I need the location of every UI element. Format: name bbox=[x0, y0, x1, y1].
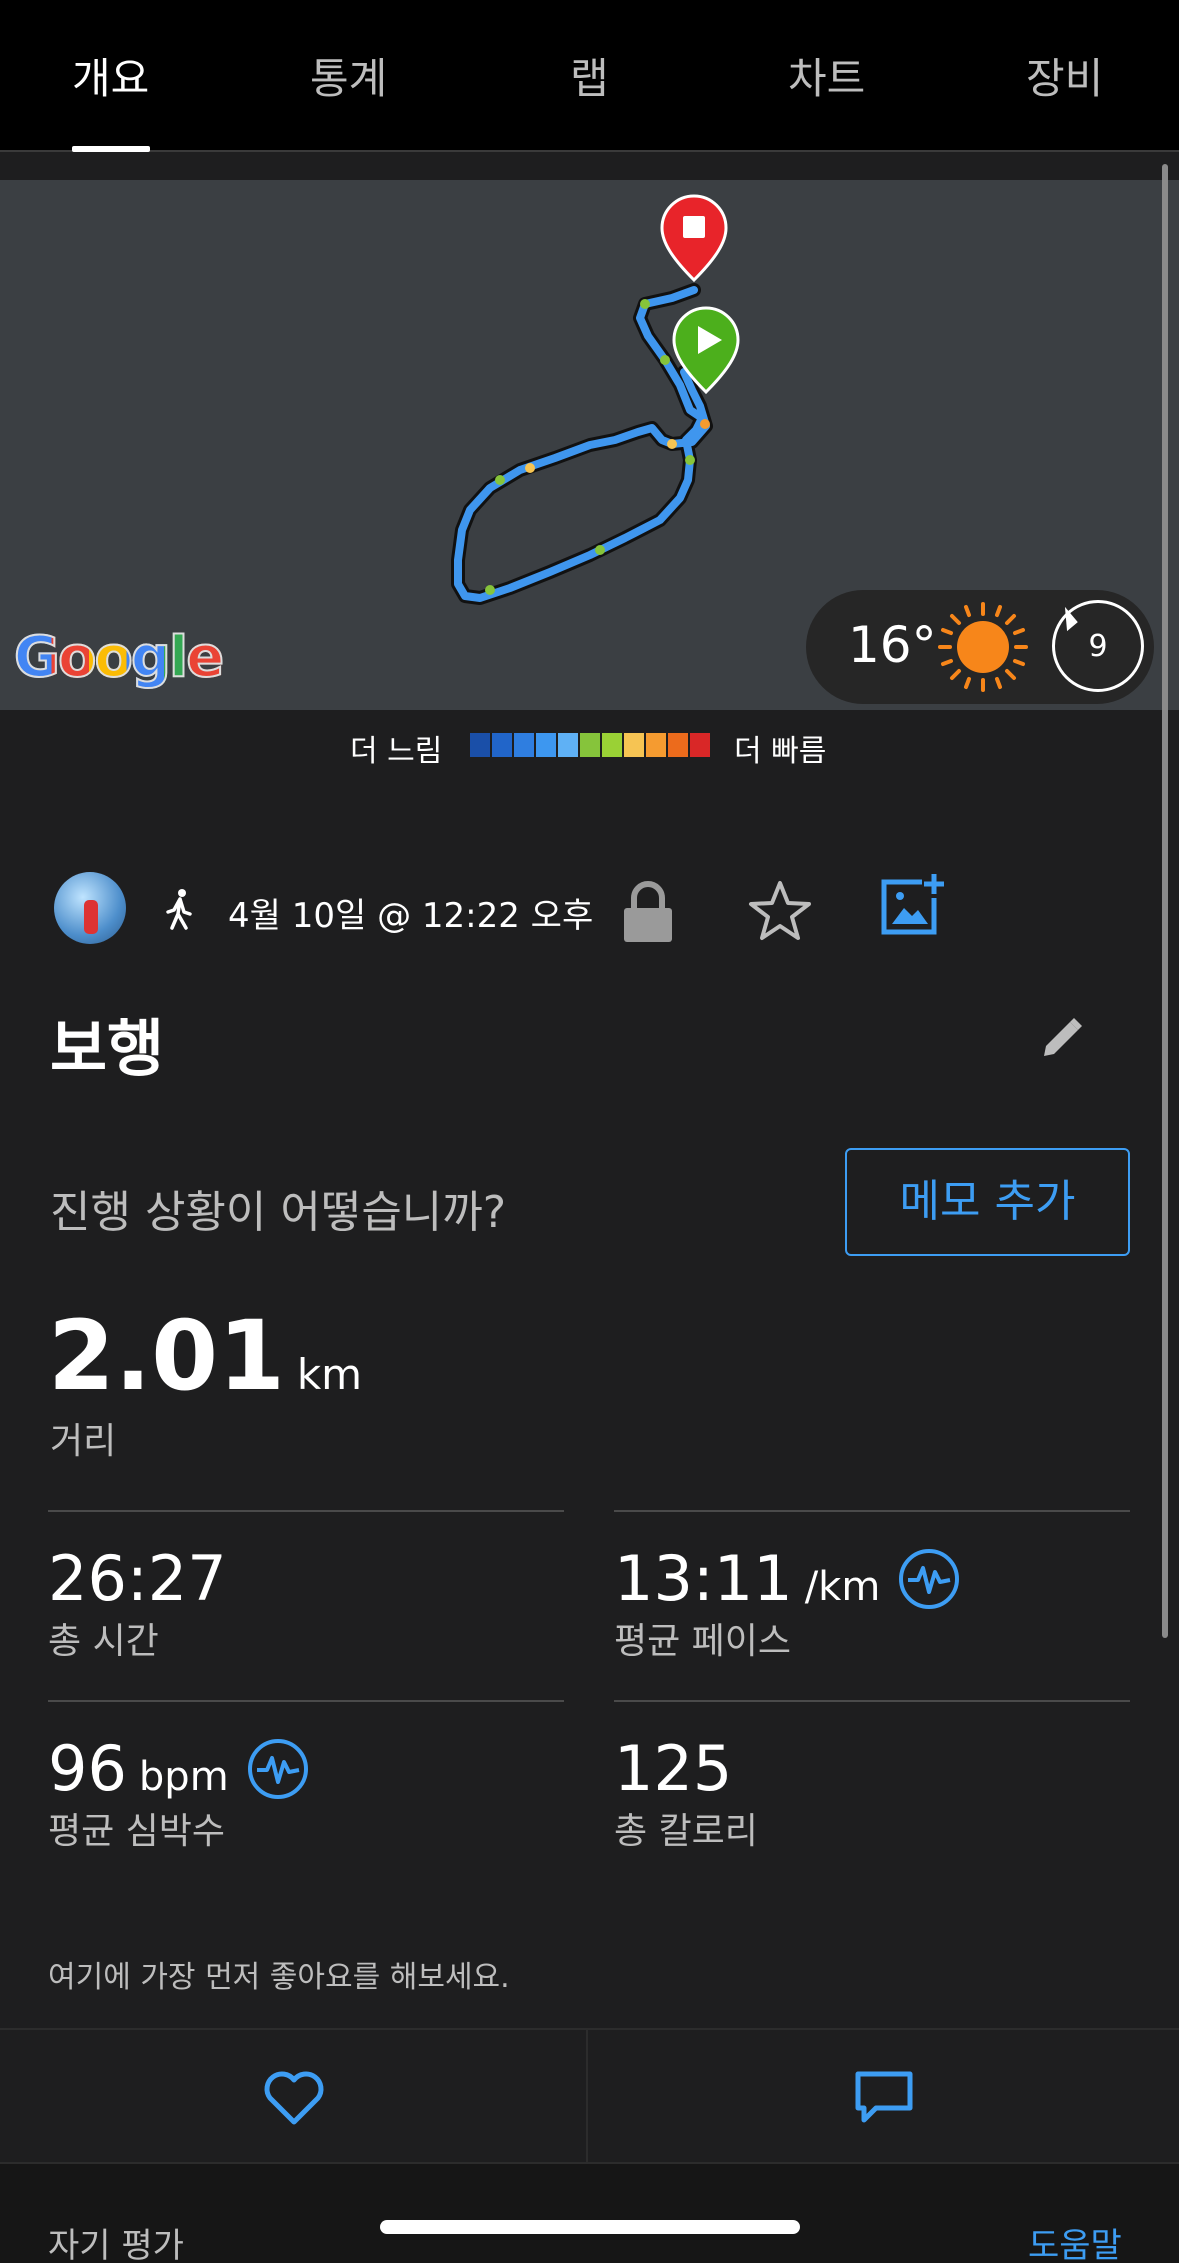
active-tab-indicator bbox=[72, 146, 150, 152]
pace-color-swatch bbox=[558, 733, 578, 757]
avatar[interactable] bbox=[54, 872, 126, 944]
google-logo: Google bbox=[13, 624, 225, 691]
tab-stats[interactable]: 통계 bbox=[310, 45, 387, 106]
distance-label: 거리 bbox=[50, 1421, 117, 1462]
weather-badge: 16° 9 bbox=[806, 590, 1154, 704]
tab-gear[interactable]: 장비 bbox=[1026, 45, 1103, 106]
legend-fast-label: 더 빠름 bbox=[734, 734, 827, 769]
pace-color-swatch bbox=[492, 733, 512, 757]
legend-slow-label: 더 느림 bbox=[350, 734, 443, 769]
wind-direction-icon bbox=[1054, 606, 1078, 632]
pace-color-swatch bbox=[690, 733, 710, 757]
scrollbar[interactable] bbox=[1162, 164, 1168, 1638]
distance-unit: km bbox=[296, 1350, 363, 1399]
add-photo-icon[interactable] bbox=[880, 874, 944, 938]
temperature: 16° bbox=[848, 616, 937, 674]
activity-detail-screen: 개요 통계 랩 차트 장비 Google 16° 9 더 느림 더 빠름 4월 … bbox=[0, 0, 1179, 2263]
heart-rate-zone-icon[interactable] bbox=[247, 1738, 309, 1800]
total-calories-stat: 125 총 칼로리 bbox=[614, 1700, 1130, 1888]
like-prompt: 여기에 가장 먼저 좋아요를 해보세요. bbox=[48, 1960, 510, 1995]
stat-label: 총 시간 bbox=[48, 1621, 159, 1662]
lock-icon[interactable] bbox=[620, 880, 676, 944]
stat-unit: bpm bbox=[138, 1754, 229, 1800]
pace-color-swatch bbox=[602, 733, 622, 757]
avg-heart-rate-stat: 96 bpm 평균 심박수 bbox=[48, 1700, 564, 1888]
stat-value: 26:27 bbox=[48, 1542, 227, 1615]
stat-label: 총 칼로리 bbox=[614, 1811, 758, 1852]
tab-laps[interactable]: 랩 bbox=[570, 45, 609, 106]
distance-value: 2.01 bbox=[48, 1300, 285, 1412]
pace-color-swatch bbox=[514, 733, 534, 757]
action-bar bbox=[0, 2028, 1179, 2164]
help-link[interactable]: 도움말 bbox=[1028, 2218, 1122, 2263]
pace-color-swatch bbox=[580, 733, 600, 757]
pace-color-scale bbox=[470, 733, 710, 757]
activity-datetime: 4월 10일 @ 12:22 오후 bbox=[228, 896, 594, 936]
tab-overview[interactable]: 개요 bbox=[72, 45, 149, 106]
star-icon[interactable] bbox=[748, 878, 812, 942]
home-indicator[interactable] bbox=[380, 2220, 800, 2234]
pace-color-swatch bbox=[470, 733, 490, 757]
activity-title: 보행 bbox=[50, 1012, 165, 1085]
stat-value: 96 bbox=[48, 1732, 127, 1805]
pace-color-swatch bbox=[668, 733, 688, 757]
pace-legend: 더 느림 더 빠름 bbox=[0, 726, 1179, 769]
stat-value: 125 bbox=[614, 1732, 733, 1805]
self-evaluation-label: 자기 평가 bbox=[48, 2226, 184, 2263]
wind-speed: 9 bbox=[1088, 629, 1108, 664]
add-memo-button[interactable]: 메모 추가 bbox=[845, 1148, 1130, 1256]
comment-icon bbox=[855, 2071, 913, 2123]
bottom-section: 자기 평가 도움말 bbox=[0, 2164, 1179, 2263]
wind-indicator: 9 bbox=[1052, 600, 1144, 692]
stat-value: 13:11 bbox=[614, 1542, 793, 1615]
avg-pace-stat: 13:11 /km 평균 페이스 bbox=[614, 1510, 1130, 1698]
pace-color-swatch bbox=[536, 733, 556, 757]
distance-stat: 2.01 km bbox=[48, 1300, 362, 1412]
heart-icon bbox=[264, 2071, 324, 2125]
walking-icon bbox=[166, 889, 192, 930]
stat-label: 평균 페이스 bbox=[614, 1621, 792, 1662]
comment-button[interactable] bbox=[590, 2030, 1179, 2164]
like-button[interactable] bbox=[0, 2030, 588, 2164]
stop-marker-icon bbox=[660, 194, 728, 283]
sun-icon bbox=[938, 602, 1028, 692]
activity-meta-row: 4월 10일 @ 12:22 오후 bbox=[0, 870, 1179, 950]
stat-label: 평균 심박수 bbox=[48, 1811, 226, 1852]
progress-prompt: 진행 상황이 어떻습니까? bbox=[50, 1187, 507, 1238]
total-time-stat: 26:27 총 시간 bbox=[48, 1510, 564, 1698]
pace-color-swatch bbox=[624, 733, 644, 757]
pace-color-swatch bbox=[646, 733, 666, 757]
edit-pencil-icon[interactable] bbox=[1040, 1016, 1084, 1060]
tab-bar: 개요 통계 랩 차트 장비 bbox=[0, 0, 1179, 152]
tab-charts[interactable]: 차트 bbox=[788, 45, 865, 106]
route-map[interactable]: Google 16° 9 bbox=[0, 180, 1179, 710]
heart-rate-zone-icon[interactable] bbox=[898, 1548, 960, 1610]
stat-unit: /km bbox=[804, 1564, 881, 1610]
